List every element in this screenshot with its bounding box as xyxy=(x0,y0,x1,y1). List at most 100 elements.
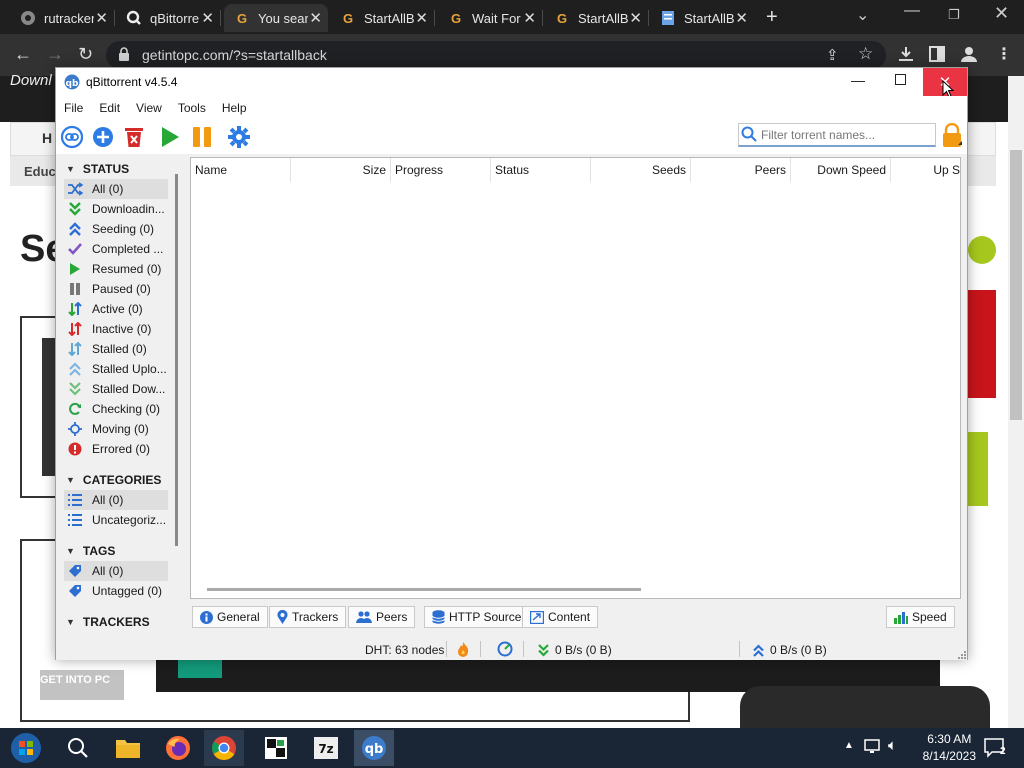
share-icon[interactable]: ⇪ xyxy=(826,46,839,64)
categories-section-header[interactable]: ▼ CATEGORIES xyxy=(66,473,161,487)
add-torrent-file-icon[interactable] xyxy=(90,124,116,150)
torrent-list[interactable]: Name Size Progress Status Seeds Peers Do… xyxy=(190,157,961,599)
status-filter-downloading[interactable]: Downloadin... xyxy=(64,199,168,219)
system-clock[interactable]: 6:30 AM 8/14/2023 xyxy=(923,731,976,765)
site-download-button[interactable] xyxy=(178,660,222,678)
column-header-up-speed[interactable]: Up S xyxy=(891,158,960,182)
menu-view[interactable]: View xyxy=(136,96,162,118)
status-filter-seeding[interactable]: Seeding (0) xyxy=(64,219,168,239)
status-filter-moving[interactable]: Moving (0) xyxy=(64,419,168,439)
browser-menu-icon[interactable]: ⋮ xyxy=(996,44,1012,64)
lock-ui-icon[interactable] xyxy=(941,122,963,152)
page-scrollbar-thumb[interactable] xyxy=(1010,150,1022,420)
file-explorer-icon[interactable] xyxy=(108,730,148,766)
download-speed-status[interactable]: 0 B/s (0 B) xyxy=(537,643,612,657)
tab-search-icon[interactable]: ⌄ xyxy=(856,5,869,25)
trackers-section-header[interactable]: ▼ TRACKERS xyxy=(66,615,150,629)
back-arrow-icon[interactable]: ← xyxy=(14,44,32,65)
resize-grip-icon[interactable] xyxy=(956,648,966,662)
sidebar-scrollbar[interactable] xyxy=(175,174,178,546)
close-tab-icon[interactable]: ✕ xyxy=(201,9,214,27)
horizontal-scrollbar[interactable] xyxy=(207,588,641,591)
reload-icon[interactable]: ↻ xyxy=(78,44,93,65)
category-filter-all[interactable]: All (0) xyxy=(64,490,168,510)
lock-icon[interactable] xyxy=(118,47,130,65)
status-filter-errored[interactable]: Errored (0) xyxy=(64,439,168,459)
status-filter-inactive[interactable]: Inactive (0) xyxy=(64,319,168,339)
volume-icon[interactable]: 🔈︎ xyxy=(888,737,897,754)
tab-speed[interactable]: Speed xyxy=(886,606,955,628)
browser-tab[interactable]: qBittorrent ✕ xyxy=(116,4,221,32)
status-filter-stalled-downloading[interactable]: Stalled Dow... xyxy=(64,379,168,399)
pause-icon[interactable] xyxy=(189,124,215,150)
add-torrent-link-icon[interactable] xyxy=(59,124,85,150)
close-tab-icon[interactable]: ✕ xyxy=(523,9,536,27)
column-header-name[interactable]: Name xyxy=(195,158,291,182)
close-tab-icon[interactable]: ✕ xyxy=(95,9,108,27)
qbittorrent-taskbar-icon[interactable]: qb xyxy=(354,730,394,766)
status-filter-resumed[interactable]: Resumed (0) xyxy=(64,259,168,279)
status-filter-stalled-uploading[interactable]: Stalled Uplo... xyxy=(64,359,168,379)
column-header-down-speed[interactable]: Down Speed xyxy=(791,158,891,182)
app-icon[interactable] xyxy=(256,730,296,766)
browser-tab[interactable]: StartAllBack ✕ xyxy=(650,4,754,32)
status-filter-checking[interactable]: Checking (0) xyxy=(64,399,168,419)
tab-content[interactable]: Content xyxy=(522,606,599,628)
menu-tools[interactable]: Tools xyxy=(178,96,206,118)
firewall-flame-icon[interactable] xyxy=(457,641,469,657)
tab-http-sources[interactable]: HTTP Sources xyxy=(424,606,536,628)
column-header-peers[interactable]: Peers xyxy=(691,158,791,182)
restore-browser-button[interactable]: ❐ xyxy=(948,7,960,23)
category-filter-uncategorized[interactable]: Uncategoriz... xyxy=(64,510,168,530)
status-filter-stalled[interactable]: Stalled (0) xyxy=(64,339,168,359)
7zip-icon[interactable]: 7z xyxy=(306,730,346,766)
chrome-icon[interactable] xyxy=(204,730,244,766)
minimize-browser-button[interactable]: — xyxy=(904,2,920,20)
search-icon[interactable] xyxy=(58,730,98,766)
resume-icon[interactable] xyxy=(157,124,183,150)
column-header-status[interactable]: Status xyxy=(495,158,591,182)
maximize-button[interactable] xyxy=(895,74,906,88)
options-gear-icon[interactable] xyxy=(226,124,252,150)
status-filter-completed[interactable]: Completed ... xyxy=(64,239,168,259)
close-tab-icon[interactable]: ✕ xyxy=(735,9,748,27)
profile-avatar-icon[interactable] xyxy=(960,45,978,66)
start-button[interactable] xyxy=(6,730,46,766)
close-browser-button[interactable]: ✕ xyxy=(994,3,1009,24)
status-section-header[interactable]: ▼ STATUS xyxy=(66,162,129,176)
filter-torrent-input[interactable] xyxy=(761,125,931,145)
status-filter-active[interactable]: Active (0) xyxy=(64,299,168,319)
close-tab-icon[interactable]: ✕ xyxy=(309,9,322,27)
site-category-text[interactable]: Educ xyxy=(24,164,56,179)
browser-tab[interactable]: G StartAllBack ✕ xyxy=(544,4,649,32)
column-header-size[interactable]: Size xyxy=(291,158,391,182)
browser-tab-active[interactable]: G You searched ✕ xyxy=(224,4,328,32)
forward-arrow-icon[interactable]: → xyxy=(46,44,64,65)
show-hidden-icons-icon[interactable]: ▲ xyxy=(844,740,854,751)
site-nav-text[interactable]: H xyxy=(42,130,52,146)
menu-file[interactable]: File xyxy=(64,96,83,118)
tab-general[interactable]: General xyxy=(192,606,268,628)
tags-section-header[interactable]: ▼ TAGS xyxy=(66,544,115,558)
firefox-icon[interactable] xyxy=(158,730,198,766)
close-tab-icon[interactable]: ✕ xyxy=(629,9,642,27)
menu-help[interactable]: Help xyxy=(222,96,247,118)
browser-tab[interactable]: G Wait For ✕ xyxy=(438,4,543,32)
tab-trackers[interactable]: Trackers xyxy=(269,606,347,628)
status-filter-paused[interactable]: Paused (0) xyxy=(64,279,168,299)
minimize-button[interactable]: — xyxy=(851,72,865,88)
close-tab-icon[interactable]: ✕ xyxy=(415,9,428,27)
status-filter-all[interactable]: All (0) xyxy=(64,179,168,199)
tag-filter-all[interactable]: All (0) xyxy=(64,561,168,581)
tag-filter-untagged[interactable]: Untagged (0) xyxy=(64,581,168,601)
column-header-progress[interactable]: Progress xyxy=(395,158,491,182)
side-panel-icon[interactable] xyxy=(929,46,945,65)
download-icon[interactable] xyxy=(897,45,915,66)
bookmark-star-icon[interactable]: ☆ xyxy=(858,44,873,64)
upload-speed-status[interactable]: 0 B/s (0 B) xyxy=(752,643,827,657)
tab-peers[interactable]: Peers xyxy=(348,606,416,628)
column-header-seeds[interactable]: Seeds xyxy=(591,158,691,182)
new-tab-button[interactable]: + xyxy=(766,6,778,29)
menu-edit[interactable]: Edit xyxy=(99,96,120,118)
browser-tab[interactable]: rutracker ✕ xyxy=(10,4,115,32)
